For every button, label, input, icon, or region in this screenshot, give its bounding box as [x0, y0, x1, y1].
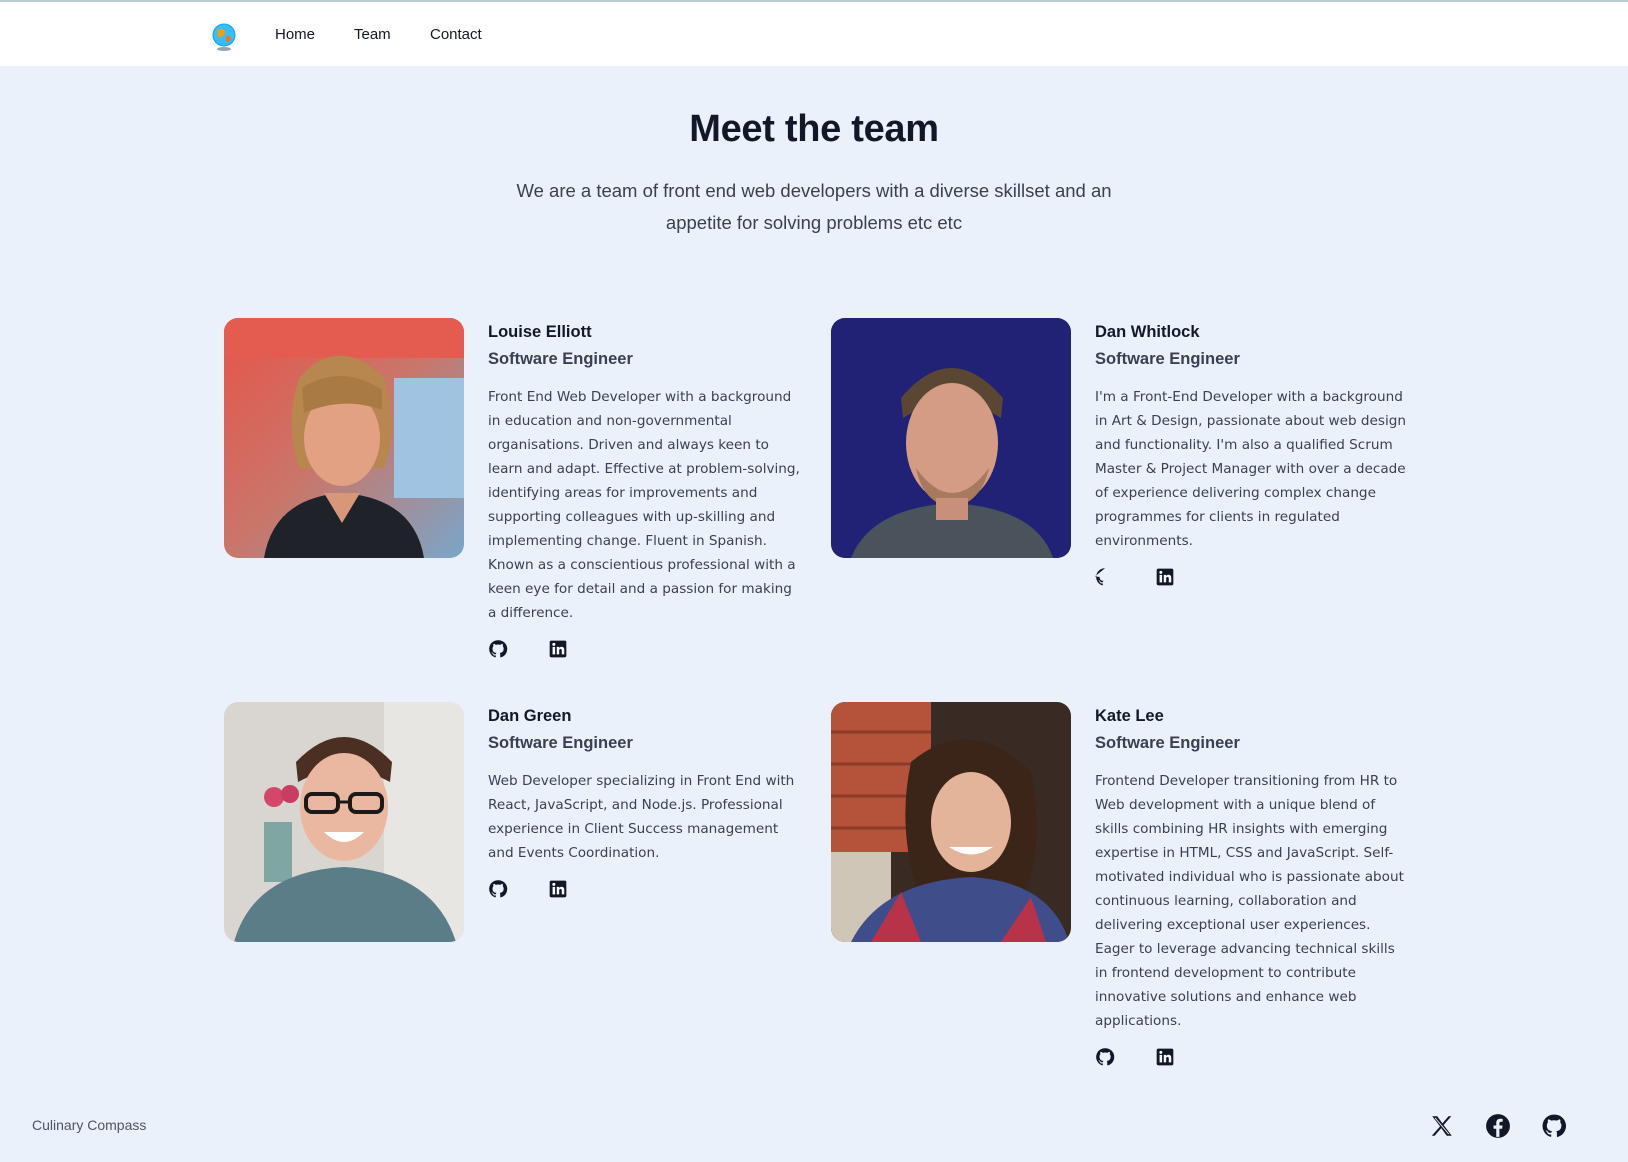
member-name: Kate Lee	[1095, 707, 1164, 725]
member-name: Dan Green	[488, 707, 572, 725]
github-icon[interactable]	[488, 879, 508, 899]
github-icon[interactable]	[488, 639, 508, 659]
profile-photo	[831, 702, 1071, 942]
profile-photo	[224, 702, 464, 942]
profile-photo	[831, 318, 1071, 558]
member-bio: Web Developer specializing in Front End …	[488, 773, 795, 861]
member-socials	[488, 879, 808, 899]
member-role: Software Engineer	[1095, 734, 1240, 752]
member-bio: I'm a Front-End Developer with a backgro…	[1095, 389, 1406, 549]
profile-photo	[224, 318, 464, 558]
member-name: Louise Elliott	[488, 323, 592, 341]
nav-team[interactable]: Team	[354, 26, 391, 43]
x-icon[interactable]	[1429, 1113, 1455, 1139]
member-bio: Frontend Developer transitioning from HR…	[1095, 773, 1404, 1029]
github-icon[interactable]	[1095, 1047, 1115, 1067]
member-bio: Front End Web Developer with a backgroun…	[488, 389, 800, 621]
member-role: Software Engineer	[488, 734, 633, 752]
linkedin-icon[interactable]	[1155, 567, 1175, 587]
facebook-icon[interactable]	[1485, 1113, 1511, 1139]
member-socials	[1095, 1047, 1415, 1067]
github-icon[interactable]	[1541, 1113, 1567, 1139]
member-socials	[488, 639, 808, 659]
linkedin-icon[interactable]	[548, 639, 568, 659]
footer-brand: Culinary Compass	[32, 1117, 147, 1133]
globe-logo[interactable]	[211, 22, 237, 52]
page-title: Meet the team	[689, 108, 939, 150]
member-name: Dan Whitlock	[1095, 323, 1200, 341]
navbar: Home Team Contact	[0, 2, 1628, 66]
linkedin-icon[interactable]	[548, 879, 568, 899]
member-socials	[1095, 567, 1415, 587]
member-role: Software Engineer	[488, 350, 633, 368]
linkedin-icon[interactable]	[1155, 1047, 1175, 1067]
github-icon[interactable]	[1095, 567, 1115, 587]
page-subtitle: We are a team of front end web developer…	[516, 180, 1112, 233]
nav-home[interactable]: Home	[275, 26, 315, 43]
nav-contact[interactable]: Contact	[430, 26, 482, 43]
member-role: Software Engineer	[1095, 350, 1240, 368]
